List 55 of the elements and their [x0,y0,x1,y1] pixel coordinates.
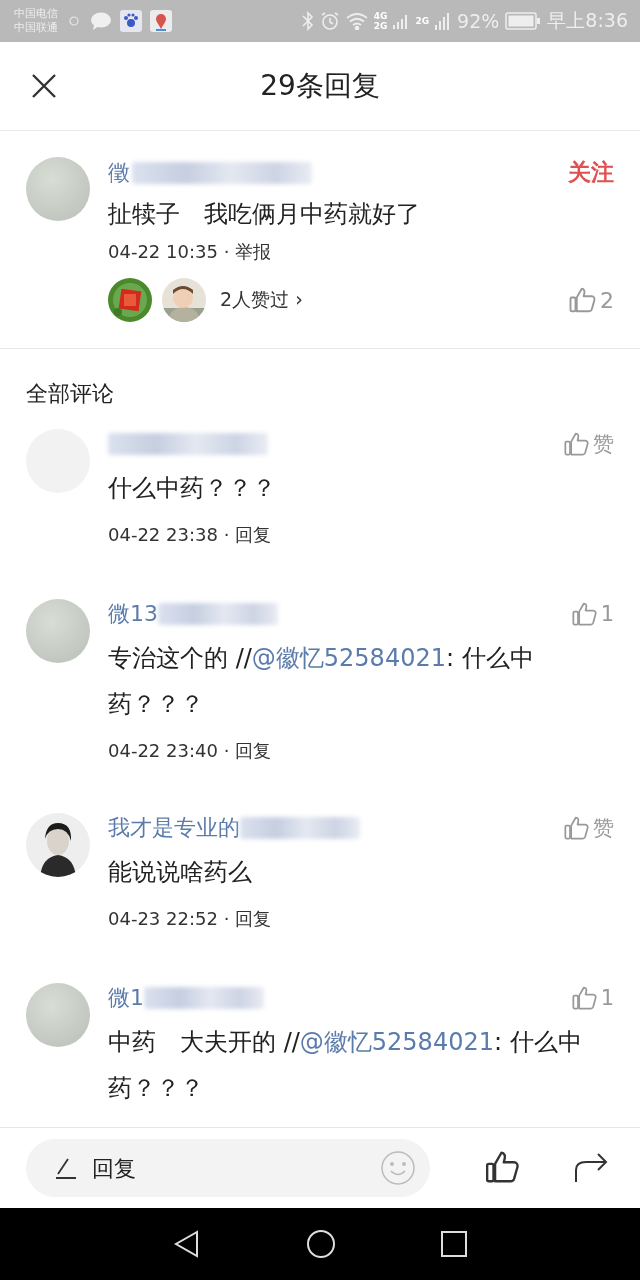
wifi-icon [345,12,368,30]
author-name[interactable]: 徵 [108,157,130,188]
report-link[interactable]: 举报 [235,241,272,262]
home-button[interactable] [306,1229,336,1259]
separator-dot: · [222,740,231,761]
comment-time: 04-23 22:52 [108,908,218,929]
close-button[interactable] [30,72,58,100]
chat-bubble-icon [90,12,112,30]
paw-app-icon [120,10,142,32]
like-button[interactable]: 1 [570,984,614,1012]
thumbs-up-icon [570,600,599,628]
thumbs-up-icon [570,984,599,1012]
post-time: 04-22 10:35 [108,241,218,262]
author-name[interactable]: 微1 [108,983,144,1013]
battery-icon [505,12,542,30]
network-label: 2G [415,16,430,26]
mention-link[interactable]: @徽忆52584021 [251,644,446,672]
network-label: 2G [373,21,388,31]
recents-button[interactable] [440,1230,468,1258]
comment-text: 专治这个的 //@徽忆52584021: 什么中药？？？ [108,643,535,720]
post-text: 扯犊子 我吃俩月中药就好了 [108,199,421,230]
alarm-icon [319,11,340,31]
bluetooth-icon [301,11,314,31]
follow-button[interactable]: 关注 [568,157,614,188]
thumbs-up-icon [568,285,598,315]
pen-icon [54,1156,78,1180]
like-button[interactable]: 2 [568,285,614,315]
comment-text: 中药 大夫开的 //@徽忆52584021: 什么中药？？？ [108,1027,583,1104]
map-pin-app-icon [150,10,172,32]
brightness-icon [66,13,82,29]
mention-link[interactable]: @徽忆52584021 [299,1028,494,1056]
thumbs-up-icon [563,814,591,842]
comment-time: 04-22 23:38 [108,524,218,545]
reply-field[interactable]: 回复 [26,1139,430,1197]
signal-icon [435,12,452,30]
separator-dot: · [222,524,231,545]
thumbs-up-icon [563,430,591,458]
network-label: 4G [373,11,388,21]
section-title: 全部评论 [26,381,114,406]
like-button[interactable]: 赞 [563,814,614,842]
like-button[interactable]: 1 [570,600,614,628]
separator-dot: · [222,241,231,262]
reply-link[interactable]: 回复 [235,908,272,929]
author-name[interactable]: 我才是专业的 [108,813,240,843]
author-name[interactable]: 微13 [108,599,158,629]
page-title: 29条回复 [260,68,380,104]
signal-icon [393,13,410,29]
comment-text: 什么中药？？？ [108,473,277,504]
comment-text: 能说说啥药么 [108,857,253,888]
likers-link[interactable]: 2人赞过 › [220,287,303,313]
reply-link[interactable]: 回复 [235,740,272,761]
reply-link[interactable]: 回复 [235,524,272,545]
comment-time: 04-22 23:40 [108,740,218,761]
separator-dot: · [222,908,231,929]
like-button[interactable]: 赞 [563,430,614,458]
